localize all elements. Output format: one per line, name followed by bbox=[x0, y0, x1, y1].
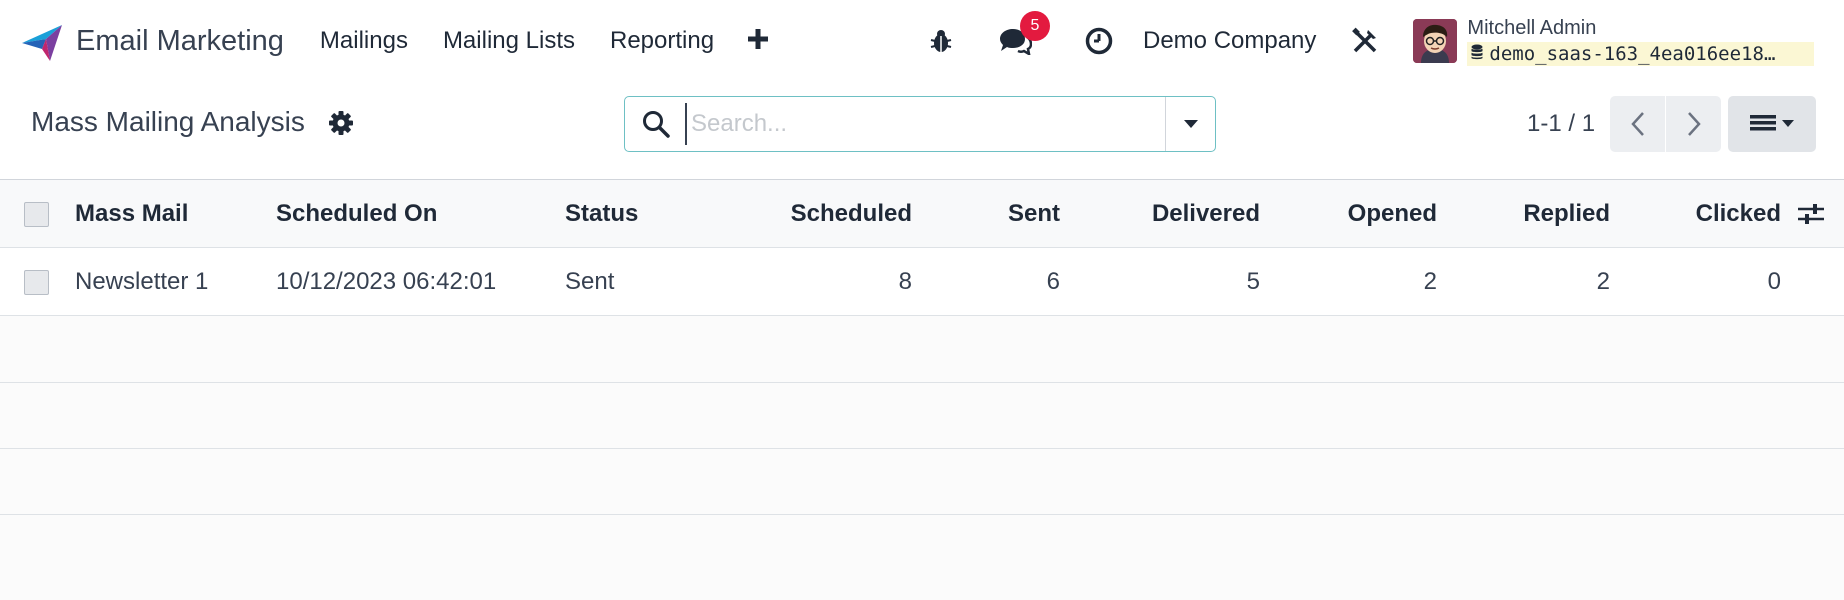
systray: 5 Demo Company Mitchell Admin demo_saas-… bbox=[925, 0, 1815, 82]
cell-replied: 2 bbox=[1596, 268, 1610, 295]
column-header-sent[interactable]: Sent bbox=[940, 180, 1060, 248]
cell-scheduled: 8 bbox=[898, 268, 912, 295]
cell-status: Sent bbox=[565, 268, 615, 295]
user-info: Mitchell Admin demo_saas-163_4ea016ee18… bbox=[1467, 16, 1815, 66]
view-switcher-button[interactable] bbox=[1728, 96, 1816, 152]
optional-columns-icon[interactable] bbox=[1796, 200, 1826, 228]
cell-delivered: 5 bbox=[1246, 268, 1260, 295]
select-all-checkbox[interactable] bbox=[24, 202, 49, 227]
pager-next-button[interactable] bbox=[1666, 96, 1721, 152]
main-menu: Mailings Mailing Lists Reporting bbox=[320, 24, 769, 58]
control-panel: Mass Mailing Analysis 1-1 / 1 bbox=[0, 82, 1844, 180]
chevron-right-icon bbox=[1687, 112, 1701, 136]
top-navbar: Email Marketing Mailings Mailing Lists R… bbox=[0, 0, 1844, 82]
search-bar bbox=[624, 96, 1216, 152]
cell-opened: 2 bbox=[1423, 268, 1437, 295]
cell-sent: 6 bbox=[1046, 268, 1060, 295]
search-options-toggle[interactable] bbox=[1165, 97, 1215, 151]
column-header-replied[interactable]: Replied bbox=[1460, 180, 1610, 248]
bug-icon[interactable] bbox=[925, 25, 957, 57]
column-header-delivered[interactable]: Delivered bbox=[1080, 180, 1260, 248]
column-header-status[interactable]: Status bbox=[565, 180, 638, 248]
row-select-checkbox[interactable] bbox=[24, 270, 49, 295]
avatar bbox=[1413, 19, 1458, 63]
user-name: Mitchell Admin bbox=[1467, 16, 1597, 39]
list-view: Mass Mail Scheduled On Status Scheduled … bbox=[0, 180, 1844, 600]
column-header-opened[interactable]: Opened bbox=[1280, 180, 1437, 248]
chevron-left-icon bbox=[1630, 112, 1644, 136]
database-badge: demo_saas-163_4ea016ee18… bbox=[1467, 41, 1815, 66]
column-header-clicked[interactable]: Clicked bbox=[1630, 180, 1781, 248]
caret-down-icon bbox=[1183, 120, 1198, 128]
table-row[interactable]: Newsletter 1 10/12/2023 06:42:01 Sent 8 … bbox=[0, 248, 1844, 316]
column-header-scheduled[interactable]: Scheduled bbox=[700, 180, 912, 248]
company-switcher[interactable]: Demo Company bbox=[1143, 27, 1316, 55]
column-header-scheduled-on[interactable]: Scheduled On bbox=[276, 180, 437, 248]
tools-icon[interactable] bbox=[1349, 25, 1381, 57]
email-marketing-logo-icon bbox=[20, 19, 64, 63]
database-name: demo_saas-163_4ea016ee18… bbox=[1489, 42, 1776, 65]
app-title: Email Marketing bbox=[76, 24, 284, 57]
table-header: Mass Mail Scheduled On Status Scheduled … bbox=[0, 180, 1844, 248]
plus-icon[interactable] bbox=[747, 24, 769, 58]
clock-icon[interactable] bbox=[1083, 25, 1115, 57]
database-icon bbox=[1471, 44, 1483, 64]
cell-scheduled-on: 10/12/2023 06:42:01 bbox=[276, 268, 497, 295]
pager-previous-button[interactable] bbox=[1610, 96, 1665, 152]
column-header-mass-mail[interactable]: Mass Mail bbox=[75, 180, 188, 248]
messages-count-badge: 5 bbox=[1020, 11, 1050, 41]
empty-row bbox=[0, 383, 1844, 449]
messages-button[interactable]: 5 bbox=[997, 11, 1050, 57]
user-menu[interactable]: Mitchell Admin demo_saas-163_4ea016ee18… bbox=[1413, 16, 1815, 66]
search-input[interactable] bbox=[685, 103, 1185, 145]
menu-mailings[interactable]: Mailings bbox=[320, 27, 408, 55]
pager-value[interactable]: 1-1 / 1 bbox=[1527, 110, 1595, 138]
cell-mass-mail: Newsletter 1 bbox=[75, 268, 209, 295]
menu-mailing-lists[interactable]: Mailing Lists bbox=[443, 27, 575, 55]
menu-reporting[interactable]: Reporting bbox=[610, 27, 714, 55]
search-icon bbox=[641, 109, 671, 139]
cell-clicked: 0 bbox=[1767, 268, 1781, 295]
empty-row bbox=[0, 317, 1844, 383]
pager-buttons bbox=[1610, 96, 1721, 152]
page-title: Mass Mailing Analysis bbox=[31, 106, 305, 137]
empty-row bbox=[0, 449, 1844, 515]
app-brand[interactable]: Email Marketing bbox=[0, 0, 284, 82]
list-view-icon bbox=[1750, 115, 1794, 131]
gear-icon[interactable] bbox=[328, 110, 356, 138]
